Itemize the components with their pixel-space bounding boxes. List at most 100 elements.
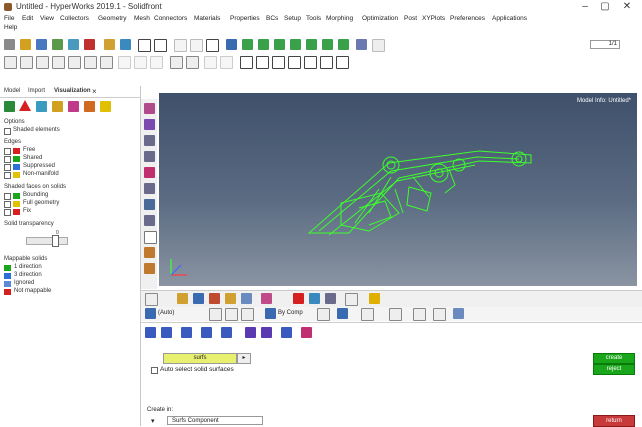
menu-preferences[interactable]: Preferences xyxy=(450,15,485,22)
feature-mode-icon[interactable] xyxy=(36,101,47,112)
menu-materials[interactable]: Materials xyxy=(194,15,220,22)
undo-icon[interactable] xyxy=(84,39,95,50)
menu-morphing[interactable]: Morphing xyxy=(326,15,353,22)
menu-properties[interactable]: Properties xyxy=(230,15,260,22)
ruled-solid-icon[interactable] xyxy=(301,327,312,338)
hide-icon[interactable] xyxy=(193,293,204,304)
tab-visualization[interactable]: Visualization xyxy=(54,88,91,94)
collector-icon[interactable] xyxy=(145,293,158,306)
view-bottom-icon[interactable] xyxy=(322,39,333,50)
table-icon[interactable] xyxy=(453,308,464,319)
find-icon[interactable] xyxy=(325,293,336,304)
surfs-selector[interactable]: surfs xyxy=(163,353,237,364)
help-icon[interactable] xyxy=(120,39,131,50)
face-fix-checkbox[interactable] xyxy=(4,209,11,216)
menu-connectors[interactable]: Connectors xyxy=(154,15,187,22)
save-icon[interactable] xyxy=(36,39,47,50)
bycomp-combo[interactable]: By Comp xyxy=(278,310,303,316)
mask-icon[interactable] xyxy=(170,56,183,69)
maximize-button[interactable]: ▢ xyxy=(598,1,612,13)
menu-applications[interactable]: Applications xyxy=(492,15,527,22)
disabled-tool-2-icon[interactable] xyxy=(134,56,147,69)
torus-tool-icon[interactable] xyxy=(221,327,232,338)
layout-2-icon[interactable] xyxy=(190,39,203,52)
export-icon[interactable] xyxy=(68,39,79,50)
delete-icon[interactable] xyxy=(293,293,304,304)
menu-xyplots[interactable]: XYPlots xyxy=(422,15,445,22)
view-front-icon[interactable] xyxy=(274,39,285,50)
show-icon[interactable] xyxy=(177,293,188,304)
reset-icon[interactable] xyxy=(100,56,113,69)
attach-icon[interactable] xyxy=(345,293,358,306)
edge-nonmanifold-checkbox[interactable] xyxy=(4,172,11,179)
panel-close-icon[interactable]: × xyxy=(92,87,97,96)
return-button[interactable]: return xyxy=(593,415,635,427)
folder-icon[interactable] xyxy=(4,39,15,50)
tag-icon[interactable] xyxy=(144,215,155,226)
shading-icon[interactable] xyxy=(209,308,222,321)
user-profile-icon[interactable] xyxy=(104,39,115,50)
face-full-checkbox[interactable] xyxy=(4,201,11,208)
transparency-slider-handle[interactable] xyxy=(52,235,59,247)
property-icon[interactable] xyxy=(144,135,155,146)
element-mode-icon[interactable] xyxy=(68,101,79,112)
center-icon[interactable] xyxy=(304,56,317,69)
arrow-right-icon[interactable] xyxy=(68,56,81,69)
close-button[interactable]: ✕ xyxy=(620,1,634,13)
reject-button[interactable]: reject xyxy=(593,364,635,375)
clip-icon[interactable] xyxy=(336,56,349,69)
select-icon[interactable] xyxy=(4,56,17,69)
disabled-tool-4-icon[interactable] xyxy=(204,56,217,69)
box-select-icon[interactable] xyxy=(20,56,33,69)
window-icon[interactable] xyxy=(154,39,167,52)
mesh-mode-icon[interactable] xyxy=(84,101,95,112)
shaded-mode-icon[interactable] xyxy=(4,101,15,112)
menu-post[interactable]: Post xyxy=(404,15,417,22)
zoom-out-icon[interactable] xyxy=(288,56,301,69)
solid-mode-icon[interactable] xyxy=(100,101,111,112)
menu-mesh[interactable]: Mesh xyxy=(134,15,150,22)
menu-optimization[interactable]: Optimization xyxy=(362,15,398,22)
disabled-tool-icon[interactable] xyxy=(118,56,131,69)
menu-view[interactable]: View xyxy=(40,15,54,22)
load-collector-icon[interactable] xyxy=(144,167,155,178)
mesh-lines-icon[interactable] xyxy=(225,308,238,321)
geom-color-icon[interactable] xyxy=(317,308,330,321)
wireframe-mode-icon[interactable] xyxy=(19,100,31,111)
view-iso-icon[interactable] xyxy=(306,39,317,50)
view-icon[interactable] xyxy=(145,308,156,319)
star-icon[interactable] xyxy=(369,293,380,304)
filter-icon[interactable] xyxy=(52,56,65,69)
menu-geometry[interactable]: Geometry xyxy=(98,15,127,22)
face-bounding-checkbox[interactable] xyxy=(4,193,11,200)
spin-icon[interactable] xyxy=(256,56,269,69)
transparency-icon[interactable] xyxy=(389,308,402,321)
card-edit-icon[interactable] xyxy=(144,103,155,114)
menu-help[interactable]: Help xyxy=(4,24,17,31)
isolate-icon[interactable] xyxy=(209,293,220,304)
graphics-viewport[interactable]: Model Info: Untitled* xyxy=(159,93,637,286)
zoom-window-icon[interactable] xyxy=(272,56,285,69)
bounding-surfaces-icon[interactable] xyxy=(245,327,256,338)
disabled-tool-3-icon[interactable] xyxy=(150,56,163,69)
menu-file[interactable]: File xyxy=(4,15,14,22)
sphere-tool-icon[interactable] xyxy=(201,327,212,338)
sphere-icon[interactable] xyxy=(337,308,348,319)
topology-mode-icon[interactable] xyxy=(52,101,63,112)
system-icon[interactable] xyxy=(144,183,155,194)
transparency-slider-track[interactable] xyxy=(26,237,68,245)
edge-suppressed-checkbox[interactable] xyxy=(4,164,11,171)
edge-shared-checkbox[interactable] xyxy=(4,156,11,163)
bycomp-icon[interactable] xyxy=(265,308,276,319)
tab-import[interactable]: Import xyxy=(28,88,45,94)
minimize-button[interactable]: – xyxy=(578,1,592,13)
create-button[interactable]: create xyxy=(593,353,635,364)
view-side-icon[interactable] xyxy=(290,39,301,50)
cylinder-tool-icon[interactable] xyxy=(161,327,172,338)
disabled-tool-5-icon[interactable] xyxy=(220,56,233,69)
component-field[interactable]: Surfs Component xyxy=(167,416,263,425)
menu-tools[interactable]: Tools xyxy=(306,15,321,22)
create-in-toggle[interactable]: ▾ xyxy=(151,417,159,425)
page-number-field[interactable]: 1/1 xyxy=(590,40,620,49)
pan-icon[interactable] xyxy=(240,56,253,69)
